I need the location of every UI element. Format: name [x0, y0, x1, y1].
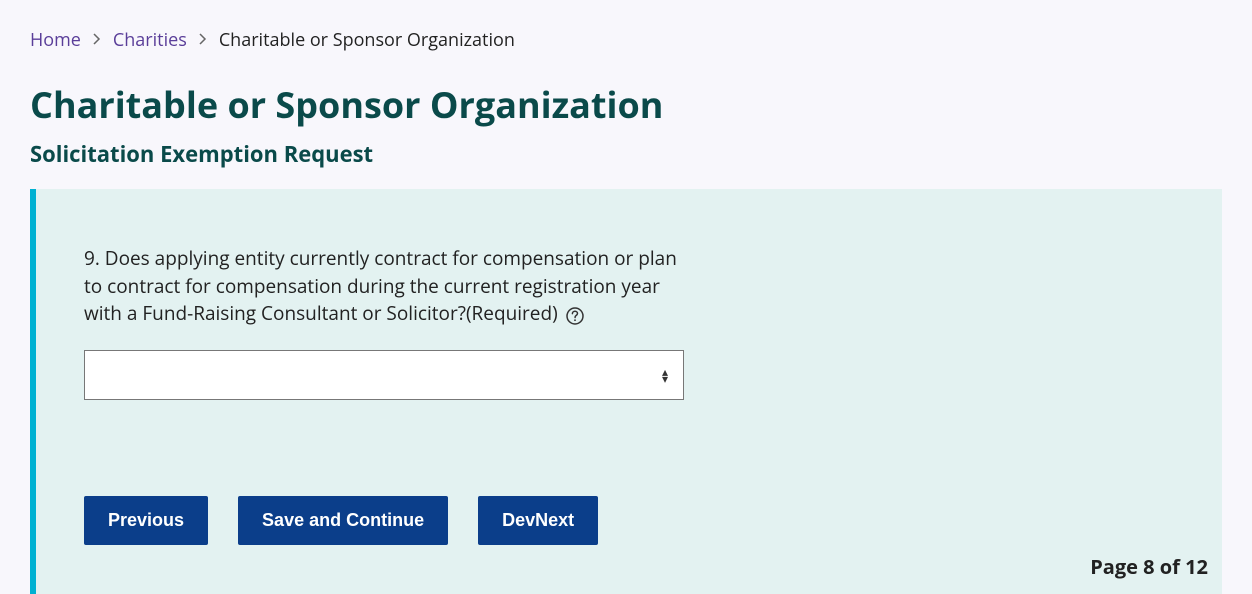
save-continue-button[interactable]: Save and Continue: [238, 496, 448, 545]
previous-button[interactable]: Previous: [84, 496, 208, 545]
question-block: 9. Does applying entity currently contra…: [84, 245, 684, 400]
question-label: 9. Does applying entity currently contra…: [84, 248, 677, 325]
chevron-right-icon: [199, 31, 207, 50]
form-panel: 9. Does applying entity currently contra…: [30, 189, 1222, 594]
page-subtitle: Solicitation Exemption Request: [30, 139, 1222, 169]
breadcrumb-link-charities[interactable]: Charities: [113, 28, 187, 52]
breadcrumb: Home Charities Charitable or Sponsor Org…: [30, 28, 1222, 52]
help-icon[interactable]: [566, 307, 584, 325]
page-indicator: Page 8 of 12: [1090, 553, 1208, 580]
page-title: Charitable or Sponsor Organization: [30, 80, 1222, 129]
breadcrumb-link-home[interactable]: Home: [30, 28, 81, 52]
question-select-wrap: ▴▾: [84, 350, 684, 400]
button-row: Previous Save and Continue DevNext: [84, 496, 1174, 545]
breadcrumb-current: Charitable or Sponsor Organization: [219, 28, 515, 52]
question-select[interactable]: [84, 350, 684, 400]
chevron-right-icon: [93, 31, 101, 50]
question-text: 9. Does applying entity currently contra…: [84, 245, 677, 326]
dev-next-button[interactable]: DevNext: [478, 496, 598, 545]
